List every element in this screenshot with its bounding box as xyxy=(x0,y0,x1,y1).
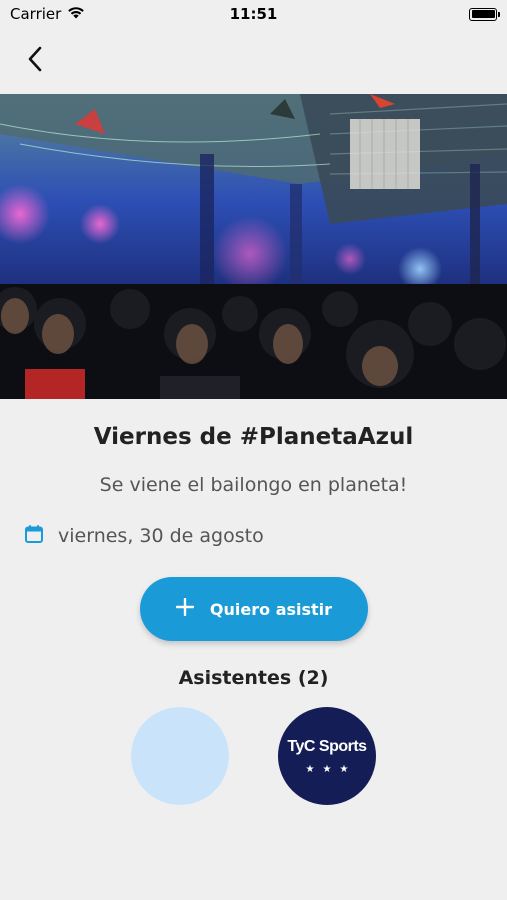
attend-button[interactable]: Quiero asistir xyxy=(140,577,368,641)
event-photo xyxy=(0,94,507,399)
event-date: viernes, 30 de agosto xyxy=(58,525,264,547)
logo-stars: ★★★ xyxy=(305,763,357,775)
wifi-icon xyxy=(67,5,85,23)
status-bar: Carrier 11:51 xyxy=(0,0,507,28)
event-date-row: viernes, 30 de agosto xyxy=(24,524,264,548)
battery-icon xyxy=(469,7,500,21)
chevron-left-icon xyxy=(28,46,42,72)
attendee-avatar-tyc-sports[interactable]: TyC Sports ★★★ xyxy=(278,707,376,805)
attend-button-label: Quiero asistir xyxy=(209,599,333,619)
plus-icon xyxy=(175,597,195,620)
event-title: Viernes de #PlanetaAzul xyxy=(93,424,414,450)
back-button[interactable] xyxy=(20,44,50,74)
tyc-sports-logo: TyC Sports xyxy=(287,737,367,755)
event-image xyxy=(0,94,507,399)
carrier-label: Carrier xyxy=(10,5,62,23)
status-left: Carrier xyxy=(10,5,85,23)
event-subtitle: Se viene el bailongo en planeta! xyxy=(99,474,408,496)
calendar-icon xyxy=(24,524,44,548)
attendee-avatar[interactable] xyxy=(131,707,229,805)
attendees-heading: Asistentes (2) xyxy=(178,667,329,689)
